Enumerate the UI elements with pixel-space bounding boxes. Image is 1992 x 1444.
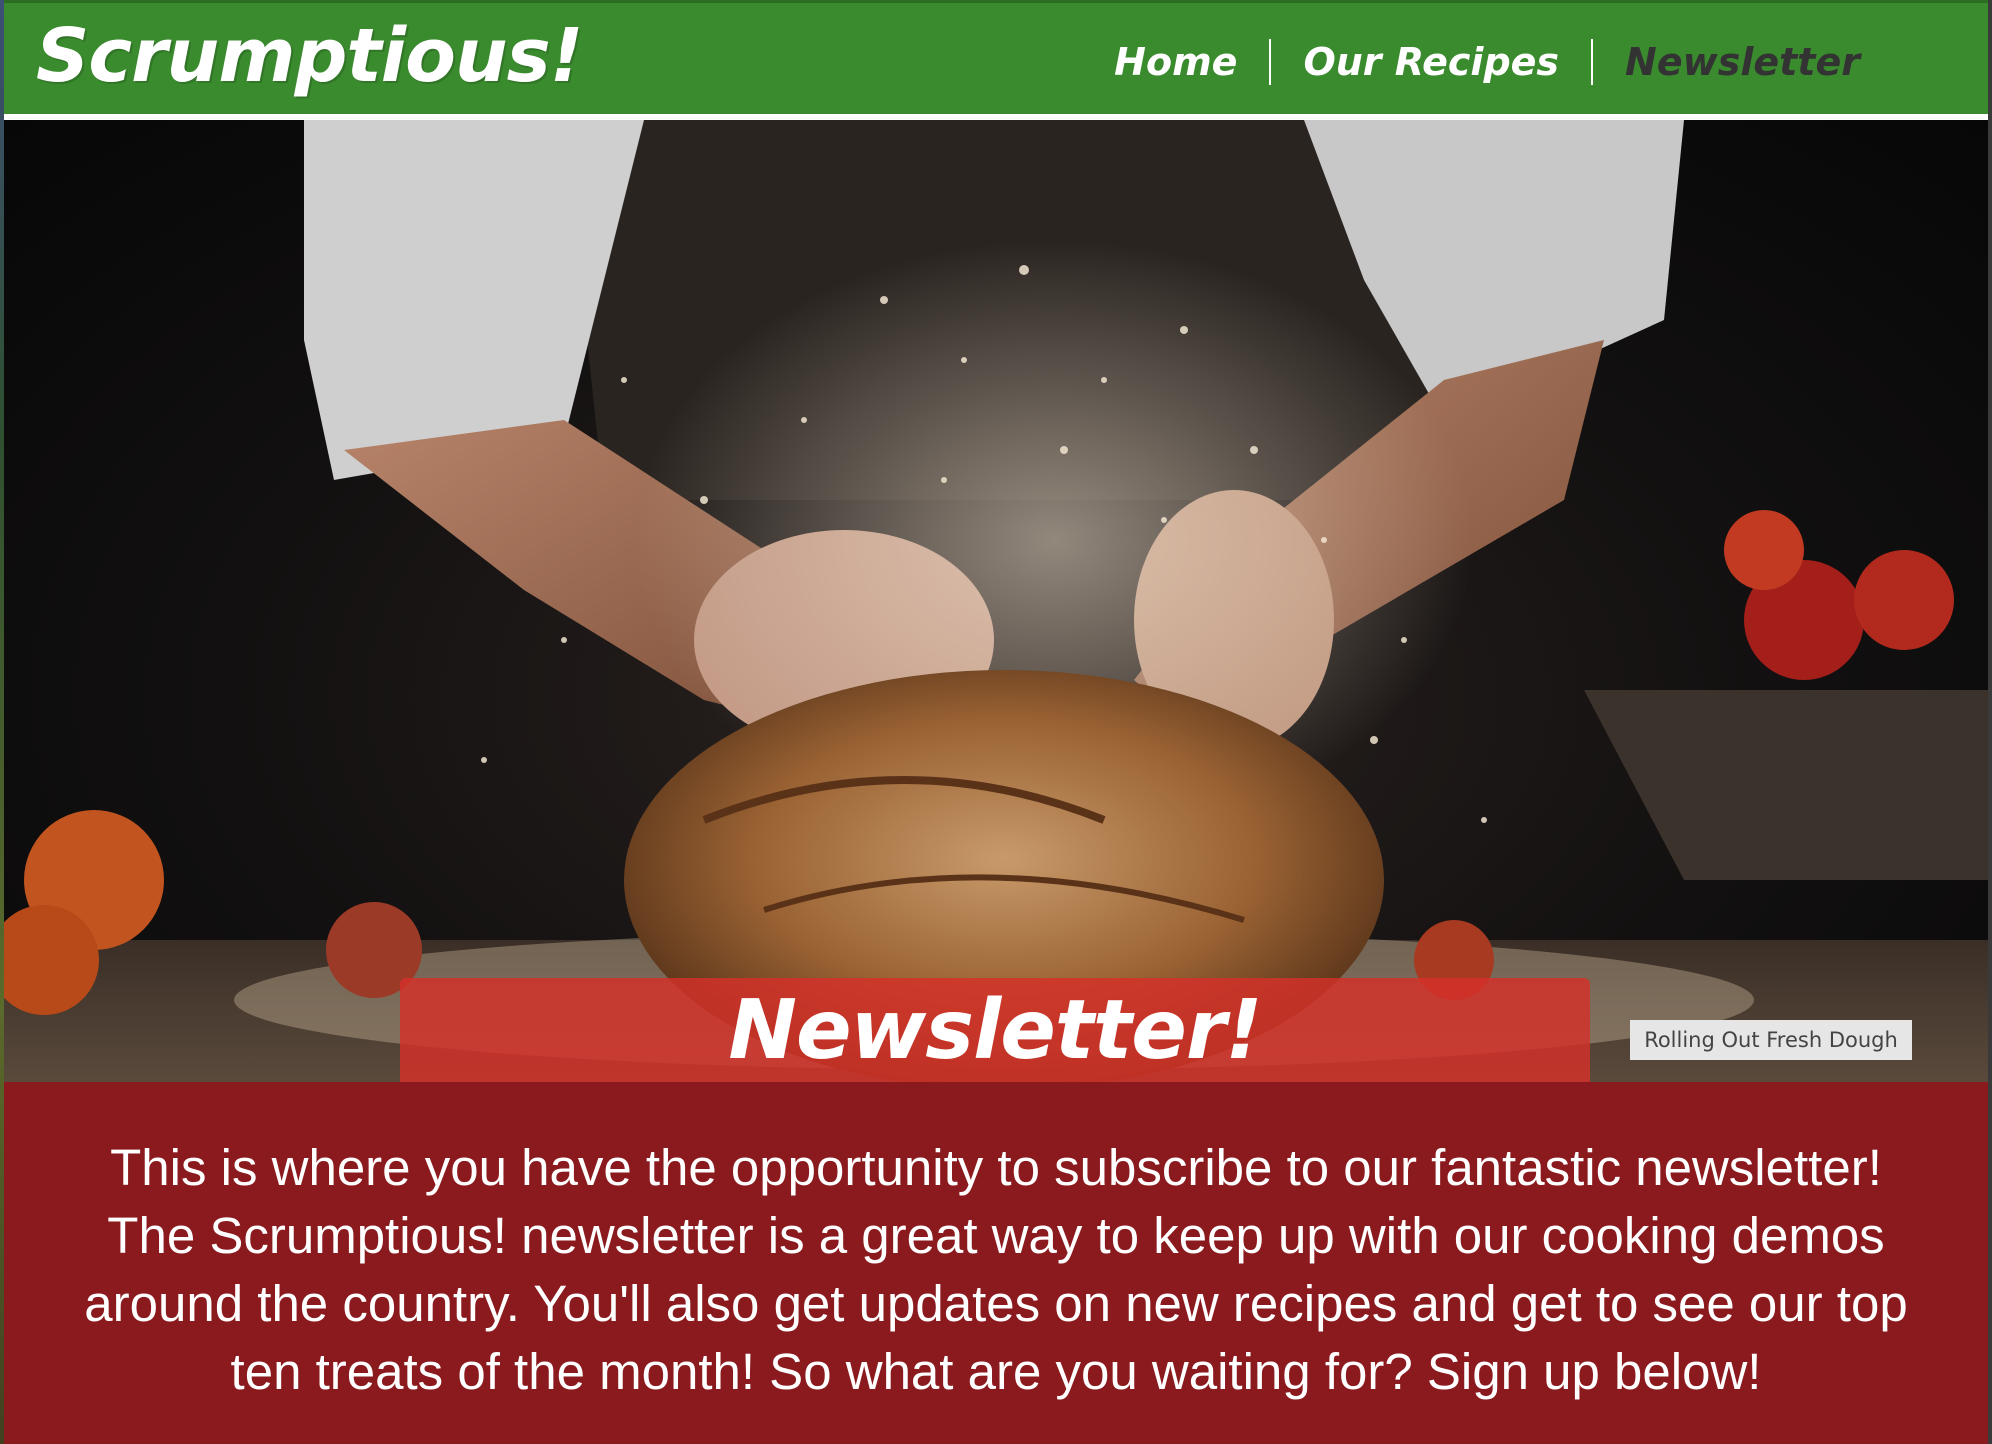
nav-home[interactable]: Home <box>1082 39 1269 85</box>
section-title: Newsletter! <box>728 982 1262 1078</box>
newsletter-intro-text: This is where you have the opportunity t… <box>84 1139 1908 1400</box>
newsletter-content: This is where you have the opportunity t… <box>4 1082 1988 1444</box>
site-header: Scrumptious! Home Our Recipes Newsletter <box>4 0 1988 116</box>
nav-newsletter[interactable]: Newsletter <box>1593 39 1892 85</box>
image-caption: Rolling Out Fresh Dough <box>1630 1020 1912 1060</box>
main-nav: Home Our Recipes Newsletter <box>1082 37 1892 87</box>
nav-our-recipes[interactable]: Our Recipes <box>1271 39 1591 85</box>
hero-image: Rolling Out Fresh Dough <box>4 120 1988 1082</box>
page-background-right <box>1988 0 1992 1444</box>
hero-illustration <box>4 120 1988 1082</box>
site-logo[interactable]: Scrumptious! <box>36 13 583 99</box>
section-title-banner: Newsletter! <box>400 978 1590 1082</box>
